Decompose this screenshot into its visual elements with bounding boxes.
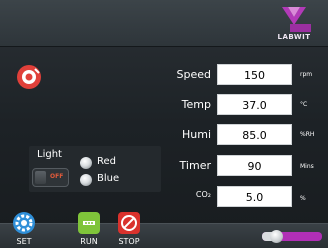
- gear-icon[interactable]: [12, 211, 36, 235]
- red-radio[interactable]: [80, 157, 92, 169]
- run-button[interactable]: RUN: [74, 237, 104, 246]
- brand-name: LABWIT: [277, 33, 311, 41]
- temp-unit: °C: [300, 101, 308, 108]
- toggle-knob: [35, 171, 46, 184]
- speed-label: Speed: [176, 68, 211, 81]
- toggle-state: OFF: [50, 173, 64, 180]
- co2-value[interactable]: 5.0: [217, 186, 292, 207]
- logo-bar: [290, 24, 311, 32]
- stop-button[interactable]: STOP: [114, 237, 144, 246]
- brand-logo: LABWIT: [266, 6, 322, 44]
- light-title: Light: [37, 149, 62, 160]
- blue-radio[interactable]: [80, 174, 92, 186]
- co2-label: CO₂: [195, 190, 211, 199]
- speed-value[interactable]: 150: [217, 64, 292, 85]
- timer-unit: Mins: [300, 163, 314, 170]
- device-screen: LABWIT Speed 150 rpm Temp 37.0 °C Humi 8…: [0, 0, 328, 248]
- humi-unit: %RH: [300, 131, 315, 138]
- speed-unit: rpm: [300, 71, 313, 78]
- logo-icon: [282, 7, 306, 25]
- humi-label: Humi: [181, 128, 211, 141]
- record-icon[interactable]: [16, 64, 42, 90]
- run-icon[interactable]: [77, 211, 101, 235]
- temp-label: Temp: [181, 98, 211, 111]
- temp-value[interactable]: 37.0: [217, 94, 292, 115]
- top-bar: LABWIT: [0, 0, 328, 47]
- red-label: Red: [97, 156, 116, 167]
- stop-icon[interactable]: [117, 211, 141, 235]
- humi-value[interactable]: 85.0: [217, 124, 292, 145]
- set-button[interactable]: SET: [9, 237, 39, 246]
- timer-label: Timer: [179, 159, 211, 172]
- co2-unit: %: [300, 195, 306, 202]
- light-toggle[interactable]: OFF: [32, 168, 69, 187]
- timer-value[interactable]: 90: [217, 155, 292, 176]
- slider-knob[interactable]: [270, 230, 283, 243]
- blue-label: Blue: [97, 173, 120, 184]
